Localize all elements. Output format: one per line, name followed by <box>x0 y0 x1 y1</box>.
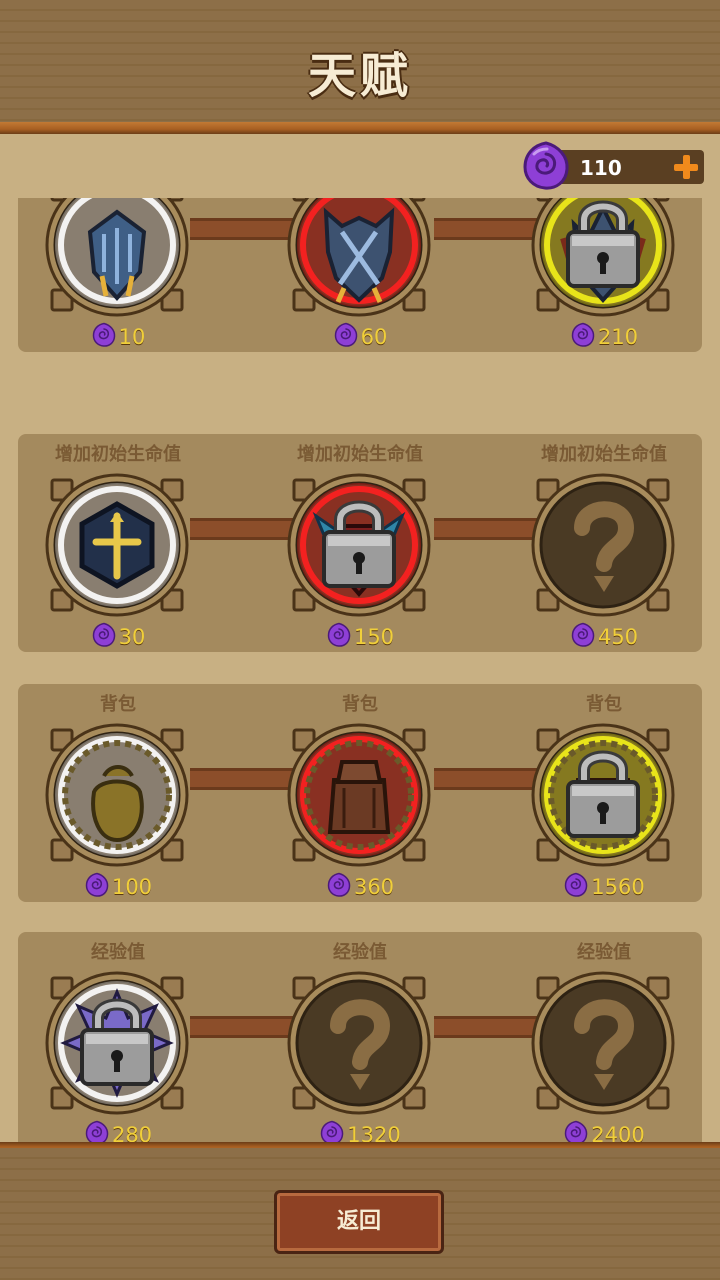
talent-label: 经验值 <box>333 942 387 963</box>
talent-hex-cross-icon[interactable] <box>44 472 190 618</box>
purple-gem-icon <box>563 872 589 902</box>
talent-panel: 110 增加初始战斗力10 增加初始战斗力60 增加初始战斗力210 增加初始生命值 3… <box>0 134 720 1148</box>
talent-row: 增加初始战斗力10 增加初始战斗力60 增加初始战斗力210 <box>18 198 702 352</box>
talent-unknown-icon[interactable] <box>530 970 676 1116</box>
purple-gem-icon <box>333 322 359 352</box>
talent-node[interactable]: 经验值 280 <box>18 932 218 1148</box>
talent-node[interactable]: 背包 1560 <box>504 684 704 902</box>
talent-cost-value: 360 <box>353 875 395 899</box>
talent-cost-value: 1560 <box>591 875 645 899</box>
talent-cost: 10 <box>18 322 218 349</box>
talent-cost: 450 <box>504 622 704 649</box>
talent-cost: 60 <box>260 322 460 349</box>
talent-cost: 360 <box>260 872 460 899</box>
page-title: 天赋 <box>307 48 412 104</box>
talent-label: 增加初始生命值 <box>297 444 423 465</box>
talent-label: 背包 <box>586 694 622 715</box>
talent-node[interactable]: 背包 360 <box>260 684 460 902</box>
talent-shield-blue-icon[interactable] <box>44 198 190 318</box>
talent-node[interactable]: 增加初始战斗力60 <box>260 198 460 352</box>
purple-gem-icon <box>84 872 110 902</box>
talent-list[interactable]: 增加初始战斗力10增加初始战斗力60增加初始战斗力210增加初始生命值30增加初… <box>0 198 720 1148</box>
talent-backpack-icon[interactable] <box>286 722 432 868</box>
talent-node[interactable]: 增加初始生命值 150 <box>260 434 460 652</box>
talent-node[interactable]: 增加初始战斗力10 <box>18 198 218 352</box>
talent-row: 背包 100 背包 360 背包 1560 <box>18 684 702 902</box>
talent-node[interactable]: 经验值 2400 <box>504 932 704 1148</box>
talent-cost-value: 10 <box>118 325 146 349</box>
purple-gem-icon <box>570 622 596 652</box>
purple-gem-icon <box>326 622 352 652</box>
talent-cost: 210 <box>504 322 704 349</box>
talent-cost-value: 150 <box>353 625 395 649</box>
talent-unknown-icon[interactable] <box>286 970 432 1116</box>
talent-label: 增加初始生命值 <box>55 444 181 465</box>
talent-locked-icon[interactable] <box>530 722 676 868</box>
talent-unknown-icon[interactable] <box>530 472 676 618</box>
talent-node[interactable]: 背包 100 <box>18 684 218 902</box>
talent-locked-icon[interactable] <box>530 198 676 318</box>
talent-cost-value: 450 <box>597 625 639 649</box>
talent-node[interactable]: 增加初始生命值 450 <box>504 434 704 652</box>
talent-shield-swords-icon[interactable] <box>286 198 432 318</box>
talent-cost-value: 30 <box>118 625 146 649</box>
talent-label: 背包 <box>342 694 378 715</box>
talent-label: 增加初始生命值 <box>541 444 667 465</box>
talent-cost: 100 <box>18 872 218 899</box>
talent-node[interactable]: 经验值 1320 <box>260 932 460 1148</box>
talent-cost-value: 210 <box>597 325 639 349</box>
talent-label: 经验值 <box>91 942 145 963</box>
talent-locked-icon[interactable] <box>286 472 432 618</box>
purple-gem-icon <box>91 322 117 352</box>
talent-cost: 30 <box>18 622 218 649</box>
talent-label: 经验值 <box>577 942 631 963</box>
talent-cost: 1560 <box>504 872 704 899</box>
back-button[interactable]: 返回 <box>274 1190 444 1254</box>
add-currency-button[interactable] <box>672 153 700 181</box>
talent-locked-icon[interactable] <box>44 970 190 1116</box>
purple-gem-icon <box>91 622 117 652</box>
purple-gem-icon <box>326 872 352 902</box>
talent-cost-value: 100 <box>111 875 153 899</box>
talent-label: 背包 <box>100 694 136 715</box>
talent-row: 经验值 280 经验值 1320 经验值 2400 <box>18 932 702 1148</box>
talent-cost-value: 60 <box>360 325 388 349</box>
talent-row: 增加初始生命值 30 增加初始生命值 150 增加初始生命值 450 <box>18 434 702 652</box>
header-divider <box>0 122 720 134</box>
talent-node[interactable]: 增加初始生命值 30 <box>18 434 218 652</box>
currency-value: 110 <box>580 156 622 180</box>
talent-cost: 150 <box>260 622 460 649</box>
purple-gem-icon <box>523 141 569 190</box>
currency-display: 110 <box>523 141 704 190</box>
purple-gem-icon <box>570 322 596 352</box>
talent-sack-icon[interactable] <box>44 722 190 868</box>
header: 天赋 <box>0 0 720 124</box>
talent-node[interactable]: 增加初始战斗力210 <box>504 198 704 352</box>
